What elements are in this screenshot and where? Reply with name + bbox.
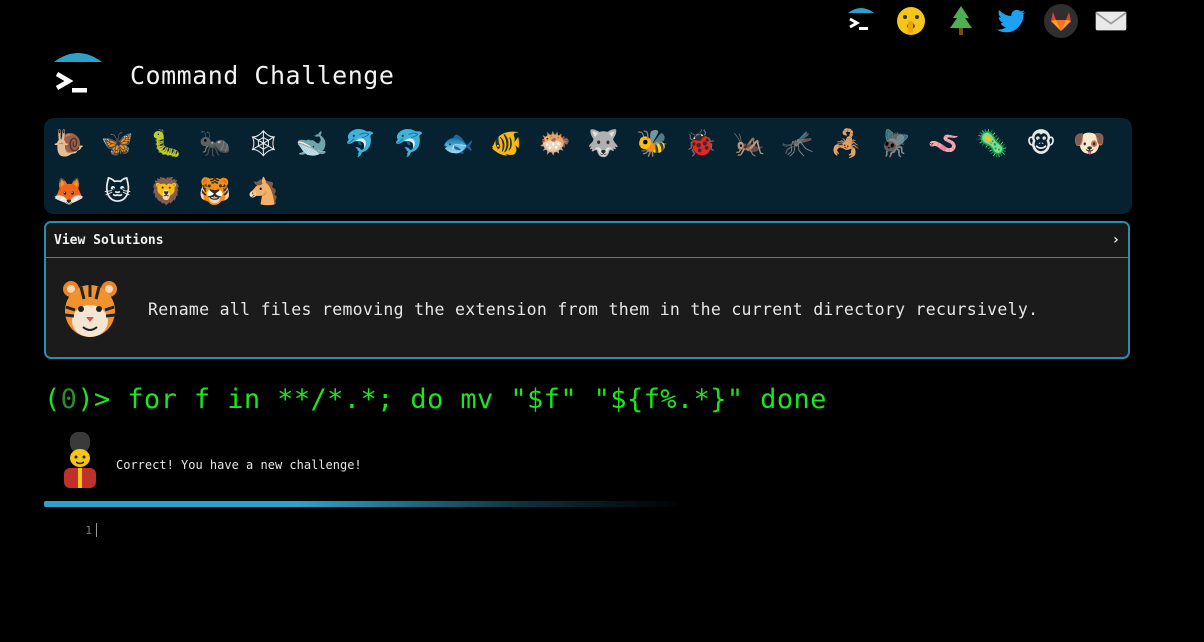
challenge-panel: View Solutions › Rename all files removi… (44, 221, 1130, 359)
view-solutions-toggle[interactable]: View Solutions › (46, 223, 1128, 258)
twitter-icon[interactable] (994, 4, 1028, 38)
level-dolphin-blue-icon[interactable]: 🐬 (341, 124, 381, 164)
chevron-right-icon: › (1111, 232, 1120, 248)
level-spider-web-icon[interactable]: 🕸 (243, 124, 283, 164)
level-whale-icon[interactable]: 🐋 (292, 124, 332, 164)
level-snail-icon[interactable]: 🐌 (49, 124, 89, 164)
terminal-logo-icon[interactable] (844, 4, 878, 38)
level-fox-icon[interactable]: 🦊 (49, 172, 89, 212)
line-number: 1 (85, 523, 92, 537)
level-horse-icon[interactable]: 🐴 (243, 172, 283, 212)
challenge-description: Rename all files removing the extension … (148, 299, 1039, 319)
tree-icon[interactable] (944, 4, 978, 38)
level-wolf-icon[interactable]: 🐺 (584, 124, 624, 164)
level-tropical-fish-icon[interactable]: 🐠 (486, 124, 526, 164)
view-solutions-label: View Solutions (54, 232, 164, 248)
level-butterfly-icon[interactable]: 🦋 (98, 124, 138, 164)
divider (44, 501, 684, 507)
shushing-face-icon[interactable] (894, 4, 928, 38)
level-ant-icon[interactable]: 🐜 (195, 124, 235, 164)
guard-icon (58, 430, 102, 490)
level-selector: 🐌 🦋 🐛 🐜 🕸 🐋 🐬 🐬 🐟 🐠 🐡 🐺 🐝 🐞 🦗 🦟 🦂 🪰 🪱 🦠 🐵 🐶 🦊 🐱 🦁 🐯 🐴 (44, 118, 1132, 214)
level-cat-icon[interactable]: 🐱 (98, 172, 138, 212)
result-message: Correct! You have a new challenge! (58, 430, 362, 490)
level-mosquito-icon[interactable]: 🦟 (778, 124, 818, 164)
command-text: for f in **/*.*; do mv "$f" "${f%.*}" do… (127, 384, 827, 415)
level-caterpillar-icon[interactable]: 🐛 (146, 124, 186, 164)
prompt-open-paren: ( (44, 384, 61, 415)
level-dog-icon[interactable]: 🐶 (1070, 124, 1110, 164)
top-links (844, 0, 1128, 42)
tiger-face-icon (60, 276, 120, 342)
prompt-tail: )> (77, 384, 128, 415)
level-bee-icon[interactable]: 🐝 (632, 124, 672, 164)
challenge-body: Rename all files removing the extension … (46, 258, 1128, 357)
level-fish-icon[interactable]: 🐟 (438, 124, 478, 164)
command-line: (0)> for f in **/*.*; do mv "$f" "${f%.*… (44, 384, 827, 415)
level-scorpion-icon[interactable]: 🦂 (827, 124, 867, 164)
terminal-logo-icon[interactable] (52, 50, 104, 100)
result-text: Correct! You have a new challenge! (116, 458, 362, 472)
mail-icon[interactable] (1094, 4, 1128, 38)
level-fly-icon[interactable]: 🪰 (875, 124, 915, 164)
exit-code: 0 (60, 384, 78, 415)
app-title: Command Challenge (130, 60, 395, 90)
command-editor[interactable]: 1 (60, 518, 660, 542)
level-dolphin-grey-icon[interactable]: 🐬 (389, 124, 429, 164)
level-monkey-icon[interactable]: 🐵 (1021, 124, 1061, 164)
header: Command Challenge (52, 50, 394, 100)
gitlab-icon[interactable] (1044, 4, 1078, 38)
level-cricket-icon[interactable]: 🦗 (729, 124, 769, 164)
text-cursor (96, 523, 97, 537)
level-blowfish-icon[interactable]: 🐡 (535, 124, 575, 164)
level-microbe-icon[interactable]: 🦠 (972, 124, 1012, 164)
level-tiger-icon[interactable]: 🐯 (195, 172, 235, 212)
level-lion-icon[interactable]: 🦁 (146, 172, 186, 212)
level-ladybug-icon[interactable]: 🐞 (681, 124, 721, 164)
level-worm-icon[interactable]: 🪱 (924, 124, 964, 164)
